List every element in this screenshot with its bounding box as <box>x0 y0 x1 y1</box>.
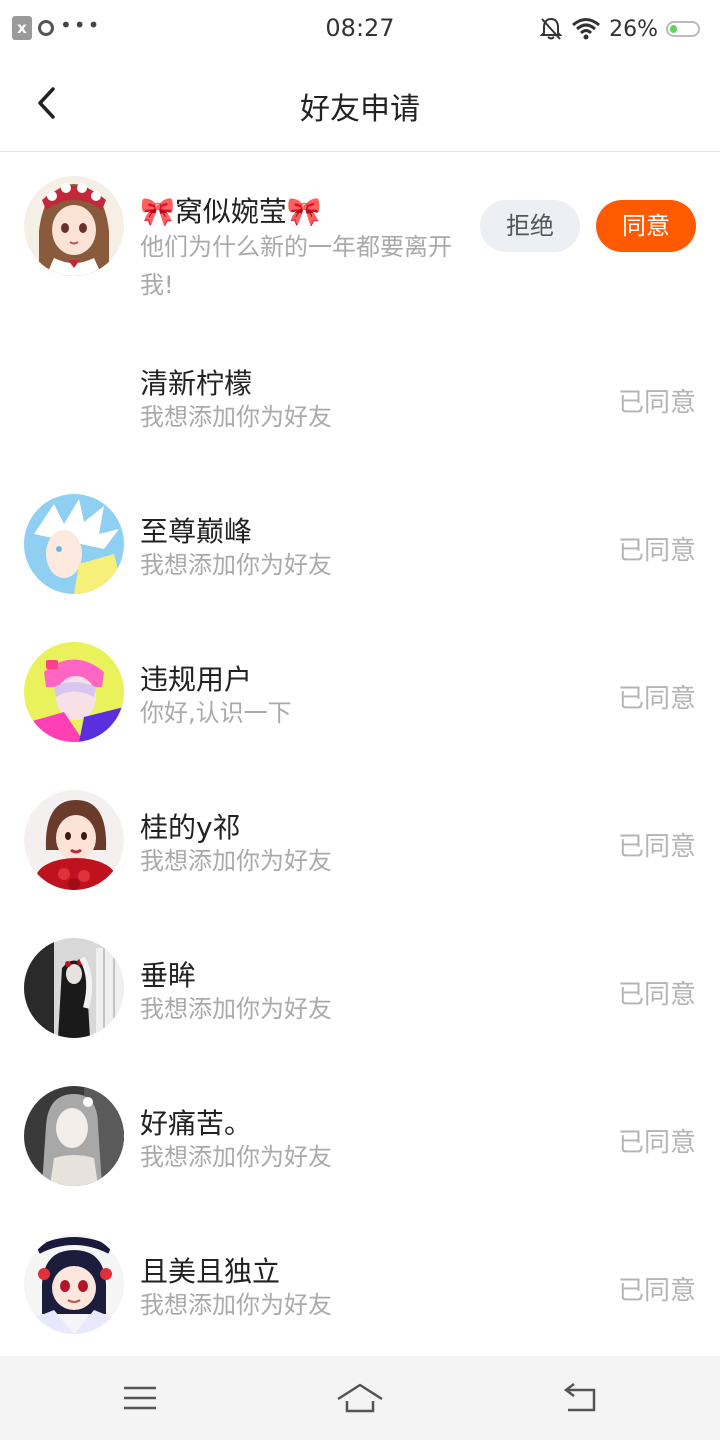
request-row[interactable]: 且美且独立 我想添加你为好友 已同意 <box>0 1210 720 1358</box>
requester-name: 清新柠檬 <box>140 367 253 400</box>
requester-name: 违规用户 <box>140 663 253 696</box>
requester-name: 桂的y祁 <box>140 811 241 844</box>
status-accepted: 已同意 <box>617 832 696 862</box>
request-row[interactable]: 至尊巅峰 我想添加你为好友 已同意 <box>0 470 720 618</box>
accept-button[interactable]: 同意 <box>596 200 696 252</box>
request-row[interactable]: 清新柠檬 我想添加你为好友 已同意 <box>0 322 720 470</box>
request-row[interactable]: 违规用户 你好,认识一下 已同意 <box>0 618 720 766</box>
status-accepted: 已同意 <box>617 980 696 1010</box>
request-message: 我想添加你为好友 <box>140 847 332 875</box>
status-accepted: 已同意 <box>617 388 696 418</box>
status-right-icons: 26% <box>539 14 700 44</box>
avatar[interactable] <box>24 938 124 1038</box>
request-row[interactable]: 好痛苦。 我想添加你为好友 已同意 <box>0 1062 720 1210</box>
status-accepted: 已同意 <box>617 684 696 714</box>
mute-bell-icon <box>539 17 563 40</box>
requester-name: 好痛苦。 <box>140 1107 253 1140</box>
system-nav-bar <box>0 1356 720 1440</box>
home-button[interactable] <box>330 1376 390 1420</box>
avatar[interactable] <box>24 790 124 890</box>
avatar[interactable] <box>24 494 124 594</box>
avatar[interactable] <box>24 176 124 276</box>
bow-icon: 🎀 <box>286 195 322 228</box>
avatar[interactable] <box>24 1086 124 1186</box>
return-button[interactable] <box>550 1376 610 1420</box>
request-message: 我想添加你为好友 <box>140 1143 332 1171</box>
request-row[interactable]: 桂的y祁 我想添加你为好友 已同意 <box>0 766 720 914</box>
request-message: 我想添加你为好友 <box>140 551 332 579</box>
battery-level <box>670 25 677 33</box>
request-message: 我想添加你为好友 <box>140 403 332 431</box>
status-accepted: 已同意 <box>617 536 696 566</box>
request-row[interactable]: 垂眸 我想添加你为好友 已同意 <box>0 914 720 1062</box>
page-title: 好友申请 <box>300 92 420 127</box>
battery-percent: 26% <box>609 16 658 42</box>
request-message: 他们为什么新的一年都要离开我! <box>140 233 452 299</box>
status-accepted: 已同意 <box>617 1276 696 1306</box>
reject-button[interactable]: 拒绝 <box>480 200 580 252</box>
request-row: 🎀窝似婉莹🎀 他们为什么新的一年都要离开我! 拒绝 同意 <box>0 152 720 322</box>
request-message: 我想添加你为好友 <box>140 1291 332 1319</box>
avatar[interactable] <box>24 1234 124 1334</box>
avatar[interactable] <box>24 642 124 742</box>
requester-name: 且美且独立 <box>140 1255 281 1288</box>
return-icon <box>563 1383 596 1412</box>
requester-name: 垂眸 <box>140 959 197 992</box>
menu-button[interactable] <box>110 1376 170 1420</box>
request-message: 我想添加你为好友 <box>140 995 332 1023</box>
battery-icon <box>666 21 700 37</box>
status-bar: x ••• 08:27 26% <box>0 0 720 58</box>
bow-icon: 🎀 <box>140 195 175 228</box>
status-accepted: 已同意 <box>617 1128 696 1158</box>
wifi-icon <box>572 18 601 40</box>
request-message: 你好,认识一下 <box>140 699 292 727</box>
requester-name: 至尊巅峰 <box>140 515 253 548</box>
home-icon <box>337 1383 383 1413</box>
requester-name: 🎀窝似婉莹🎀 <box>140 195 322 228</box>
menu-icon <box>124 1386 156 1410</box>
header: 好友申请 <box>0 58 720 152</box>
